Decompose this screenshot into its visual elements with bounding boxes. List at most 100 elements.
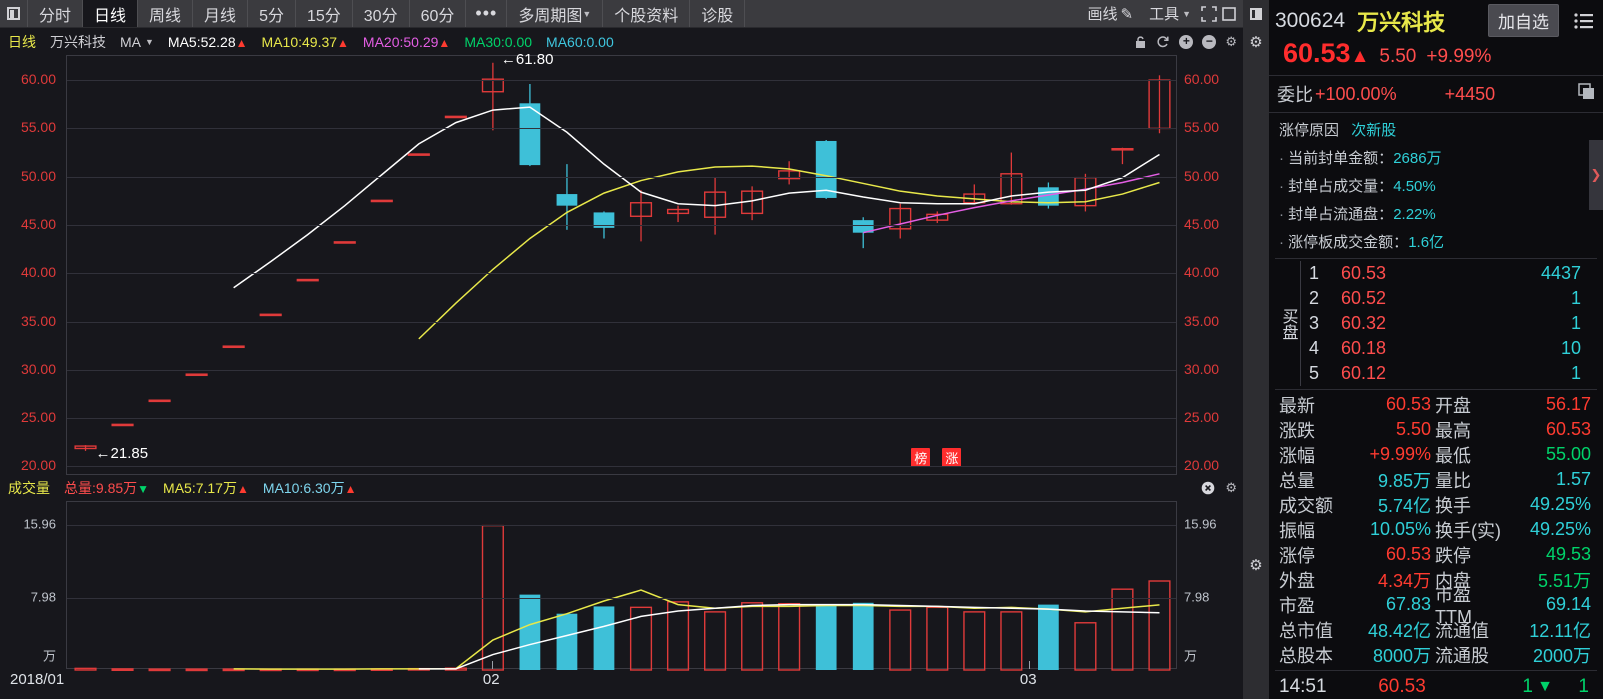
quote-stat-row: 涨跌 5.50 最高 60.53 — [1275, 417, 1597, 442]
tab-period-6[interactable]: 30分 — [353, 0, 410, 27]
tick-count: 1 — [1578, 675, 1589, 697]
stat-left-label: 总量 — [1279, 470, 1315, 491]
price-plot[interactable]: ←61.80 ←21.85 榜涨 — [66, 51, 1177, 475]
multi-period-button[interactable]: 多周期图 ▼ — [507, 0, 604, 27]
price-axis-left: 60.00 55.00 50.00 45.00 40.00 35.00 30.00 25.00… — [0, 55, 60, 475]
order-level: 2 — [1309, 288, 1320, 308]
price-axis-tick: 45.00 — [1184, 215, 1220, 232]
list-menu-icon[interactable] — [1571, 12, 1597, 29]
x-axis: 2018/01 02 03 — [0, 661, 1243, 697]
limit-reason-tag[interactable]: 次新股 — [1351, 122, 1396, 139]
order-book-row[interactable]: 2 60.52 1 — [1301, 286, 1597, 311]
lock-icon[interactable] — [1134, 35, 1147, 49]
x-label-2: 03 — [1019, 671, 1037, 688]
refresh-icon[interactable] — [1156, 35, 1170, 49]
window-icon[interactable] — [1219, 4, 1239, 24]
stat-left-label: 涨停 — [1279, 545, 1315, 566]
gear-icon[interactable]: ⚙ — [1225, 34, 1237, 50]
tab-period-7[interactable]: 60分 — [410, 0, 467, 27]
order-book-row[interactable]: 4 60.18 10 — [1301, 336, 1597, 361]
stat-left-label: 总股本 — [1279, 645, 1333, 666]
stat-left-value: 60.53 — [1385, 544, 1431, 564]
stat-right-value: 60.53 — [1545, 419, 1591, 439]
order-book-row[interactable]: 5 60.12 1 — [1301, 361, 1597, 386]
gridline — [67, 418, 1176, 420]
quote-stats-table: 最新 60.53 开盘 56.17 涨跌 5.50 最高 60.53 涨幅 +9.99% 最低 55.… — [1275, 389, 1597, 667]
volume-header: 成交量 总量:9.85万▼ MA5:7.17万▲ MA10:6.30万▲ ⚙ — [0, 475, 1243, 501]
bid-ratio-value: +100.00% — [1315, 83, 1397, 104]
stat-right-label: 换手(实) — [1435, 520, 1501, 541]
stat-left-label: 振幅 — [1279, 520, 1315, 541]
stat-right-value: 49.53 — [1545, 544, 1591, 564]
tab-period-2[interactable]: 周线 — [138, 0, 194, 27]
quote-stat-row: 总量 9.85万 量比 1.57 — [1275, 467, 1597, 492]
price-axis-tick: 25.00 — [1184, 409, 1220, 426]
stock-info-button[interactable]: 个股资料 — [603, 0, 691, 27]
more-periods-button[interactable]: ••• — [466, 0, 508, 27]
tab-period-3[interactable]: 月线 — [193, 0, 249, 27]
stat-left-label: 总市值 — [1279, 620, 1333, 641]
up-arrow-icon: ▲ — [235, 35, 248, 50]
stat-left-value: 67.83 — [1385, 594, 1431, 614]
stat-left-value: 60.53 — [1385, 394, 1431, 414]
last-price-text: 60.53 — [1283, 38, 1351, 68]
gridline — [67, 80, 1176, 82]
price-chart[interactable]: 60.00 55.00 50.00 45.00 40.00 35.00 30.00 25.00… — [0, 51, 1243, 475]
ma20-text: MA20:50.29 — [362, 33, 439, 50]
multi-period-label: 多周期图 — [518, 7, 583, 25]
high-price-annotation: ←61.80 — [500, 50, 554, 68]
zoom-in-icon[interactable]: + — [1179, 34, 1194, 49]
limit-reason-value: 1.6亿 — [1408, 234, 1445, 251]
x-tick-02 — [491, 661, 493, 669]
limit-reason-head: 涨停原因 次新股 — [1279, 119, 1595, 140]
add-favorite-button[interactable]: 加自选 — [1488, 4, 1559, 37]
tools-button[interactable]: 工具 ▼ — [1141, 3, 1199, 24]
up-arrow-icon: ▲ — [344, 482, 357, 496]
up-arrow-icon: ▲ — [438, 35, 451, 50]
down-arrow-icon: ▼ — [137, 482, 150, 496]
chart-badge[interactable]: 涨 — [942, 447, 962, 467]
stat-left-label: 最新 — [1279, 395, 1315, 416]
stat-right-value: 49.25% — [1529, 494, 1591, 514]
stat-right-label: 最高 — [1435, 420, 1471, 441]
stat-left-label: 市盈 — [1279, 595, 1315, 616]
order-book-row[interactable]: 1 60.53 4437 — [1301, 261, 1597, 286]
stat-right-value: 49.25% — [1529, 519, 1591, 539]
ma10-text: MA10:49.37 — [261, 33, 338, 50]
chevron-down-icon: ▼ — [1182, 8, 1191, 19]
rail-gear-icon[interactable]: ⚙ — [1243, 28, 1269, 56]
order-book-side-label: 买盘 — [1275, 261, 1301, 386]
tab-period-0[interactable]: 分时 — [28, 0, 84, 27]
ma-selector[interactable]: MA ▼ — [120, 34, 154, 50]
volume-axis-right: 15.96 7.98 万 — [1180, 501, 1240, 669]
chart-badge[interactable]: 榜 — [911, 447, 931, 467]
price-change-pct: +9.99% — [1426, 46, 1492, 67]
tab-period-1[interactable]: 日线 — [83, 0, 139, 27]
rail-panel-toggle-icon[interactable] — [1243, 0, 1269, 28]
tab-period-4[interactable]: 5分 — [248, 0, 296, 27]
close-icon[interactable] — [1201, 481, 1215, 495]
draw-line-button[interactable]: 画线 ✎ — [1079, 3, 1141, 24]
period-toolbar: 分时 日线 周线 月线 5分 15分 30分 60分 ••• 多周期图 ▼ 个股… — [0, 0, 1243, 28]
gear-icon[interactable]: ⚙ — [1225, 480, 1237, 496]
rail-gear-bottom-icon[interactable]: ⚙ — [1243, 551, 1269, 579]
quote-price-row: 60.53▲ 5.50 +9.99% — [1275, 37, 1597, 73]
order-book-row[interactable]: 3 60.32 1 — [1301, 311, 1597, 336]
volume-total-text: 总量:9.85万 — [64, 480, 138, 496]
price-change: 5.50 — [1379, 46, 1417, 67]
gridline — [67, 128, 1176, 130]
chevron-right-icon[interactable]: ❯ — [1589, 140, 1603, 210]
last-price: 60.53▲ — [1283, 38, 1370, 68]
price-axis-tick: 25.00 — [20, 409, 56, 426]
volume-plot[interactable] — [66, 501, 1177, 672]
fullscreen-icon[interactable] — [1199, 4, 1219, 24]
price-candles-svg — [74, 62, 1171, 451]
volume-chart[interactable]: 15.96 7.98 万 15.96 7.98 万 — [0, 501, 1243, 672]
tab-period-5[interactable]: 15分 — [296, 0, 353, 27]
diagnose-button[interactable]: 诊股 — [690, 0, 746, 27]
panel-toggle-icon[interactable] — [0, 0, 28, 27]
indicator-stock-name: 万兴科技 — [50, 33, 106, 50]
zoom-out-icon[interactable]: − — [1202, 34, 1217, 49]
chart-badges[interactable]: 榜涨 — [911, 447, 962, 467]
copy-icon[interactable] — [1578, 83, 1595, 105]
